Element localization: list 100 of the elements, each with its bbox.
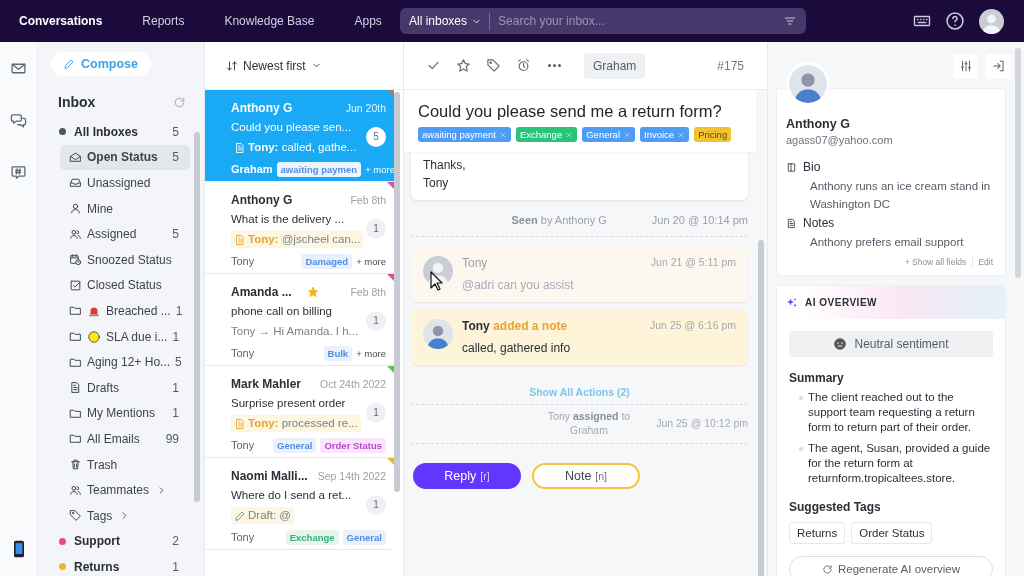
sidebar-item[interactable]: My Mentions 1 <box>60 400 190 427</box>
tag: General <box>273 437 317 453</box>
suggested-tags-heading: Suggested Tags <box>789 500 882 514</box>
note-icon <box>234 418 246 430</box>
timestamp: Jun 20 @ 10:14 pm <box>651 214 748 226</box>
conversation-title: Could you please send me a return form? <box>418 102 723 121</box>
nav-tab[interactable]: Conversations <box>19 14 103 28</box>
status-circle-icon <box>87 329 101 344</box>
sparkle-icon <box>786 296 798 309</box>
alarm-clock-icon[interactable] <box>516 58 531 73</box>
sidebar-item[interactable]: Mine <box>60 195 190 222</box>
assignee: Tony <box>231 439 255 451</box>
pencil-icon <box>234 510 246 522</box>
hashtag-bubble-icon[interactable] <box>10 163 27 181</box>
tag[interactable]: Pricing <box>694 127 732 142</box>
search-bar[interactable]: All inboxes Search your inbox... <box>400 8 806 34</box>
checked-box-icon <box>69 278 82 292</box>
document-icon <box>786 217 797 229</box>
sidebar-item[interactable]: SLA due i... 1 <box>60 323 190 350</box>
inbox-tray-icon <box>69 176 82 190</box>
summary-text: The agent, Susan, provided a guide for the return form at returnform.tropicaltees.store. <box>808 441 992 486</box>
chat-bubbles-icon[interactable] <box>10 111 27 129</box>
sender-name: Anthony G <box>231 100 293 115</box>
more-link[interactable]: + more <box>356 255 386 267</box>
sidebar-item[interactable]: Returns 1 <box>55 554 190 576</box>
note-icon <box>234 234 246 246</box>
note-author: Tony <box>462 319 490 333</box>
more-link[interactable]: + more <box>356 347 386 359</box>
sliders-icon <box>958 59 973 73</box>
sidebar-item[interactable]: Tags <box>60 502 190 529</box>
timestamp: Jun 25 @ 10:12 pm <box>656 417 748 429</box>
person-icon <box>69 202 82 216</box>
subject: Surprise present order <box>231 396 346 411</box>
inbox-title: Inbox <box>58 94 96 110</box>
suggested-tag[interactable]: Order Status <box>851 522 933 544</box>
timestamp: Jun 21 @ 5:11 pm <box>650 256 736 270</box>
subject: Where do I send a ret... <box>231 488 352 503</box>
summary-text: The client reached out to the support team requesting a return form to return part of their order. <box>808 390 976 435</box>
neutral-face-icon <box>833 337 848 351</box>
scope-dropdown[interactable]: All inboxes <box>409 12 491 30</box>
avatar-icon[interactable] <box>979 8 1004 34</box>
search-field[interactable]: Search your inbox... <box>496 13 777 29</box>
summary-heading: Summary <box>789 371 845 385</box>
pencil-icon <box>63 58 75 70</box>
sender-name: Mark Mahler <box>231 376 302 391</box>
sidebar-item[interactable]: Support 2 <box>55 528 190 555</box>
avatar-icon <box>423 319 453 349</box>
sidebar-item[interactable]: All Emails 99 <box>60 426 190 452</box>
nav-tab[interactable]: Knowledge Base <box>224 14 315 28</box>
section-title: AI OVERVIEW <box>805 297 877 308</box>
sign-in-button[interactable] <box>986 53 1011 79</box>
sort-icon <box>226 59 238 72</box>
tag-icon[interactable] <box>486 58 501 73</box>
sidebar-item[interactable]: Snoozed Status <box>60 246 190 273</box>
suggested-tag[interactable]: Returns <box>789 522 846 544</box>
folder-icon <box>69 330 82 344</box>
nav-tab[interactable]: Apps <box>354 14 382 28</box>
settings-button[interactable] <box>953 53 978 79</box>
sidebar-item[interactable]: Unassigned <box>60 170 190 196</box>
count-badge: 5 <box>366 126 386 147</box>
star-icon[interactable] <box>456 58 471 73</box>
sidebar-item[interactable]: Teammates <box>60 477 190 503</box>
filter-icon[interactable] <box>783 14 797 28</box>
sidebar-item[interactable]: All Inboxes 5 <box>55 119 190 145</box>
sidebar-item[interactable]: Open Status 5 <box>60 144 190 171</box>
note-button[interactable]: Note [n] <box>532 463 640 489</box>
sort-dropdown[interactable]: Newest first <box>226 58 322 73</box>
conversation-item[interactable]: Naomi Malli... Sep 14th 2022 Where do I send a ret... Draft: @ 1 Tony Exchange General <box>205 458 394 550</box>
people-icon <box>69 227 82 241</box>
reply-button[interactable]: Reply [r] <box>413 463 521 489</box>
tag: General <box>342 529 386 545</box>
folder-icon <box>69 304 82 318</box>
book-icon <box>786 161 797 173</box>
timestamp: Jun 25 @ 6:16 pm <box>650 319 736 333</box>
sidebar-item[interactable]: Drafts 1 <box>60 374 190 401</box>
nav-tab[interactable]: Reports <box>142 14 185 28</box>
note-icon <box>234 142 246 154</box>
scrollbar[interactable] <box>758 240 764 576</box>
conversation-item[interactable]: Anthony G Jun 20th Could you please sen... Tony: called, gathe... 5 Graham awaiting paymen + more <box>205 90 394 182</box>
field-value: Anthony prefers email support <box>809 235 965 250</box>
preview-text: Tony: @jscheel can... <box>248 231 364 248</box>
calendar-clock-icon <box>69 253 82 267</box>
tag: awaiting paymen <box>276 161 362 177</box>
sidebar-item[interactable]: Aging 12+ Ho... 5 <box>60 349 190 375</box>
help-icon[interactable] <box>945 11 965 31</box>
date: Jun 20th <box>345 101 386 114</box>
assignee-button[interactable]: Graham <box>584 52 646 79</box>
preview-text: Tony: processed re... <box>248 415 361 432</box>
bullet-icon <box>799 396 803 400</box>
field-label: Bio <box>803 160 821 174</box>
sidebar-item[interactable]: Breached ... 1 <box>60 298 190 324</box>
sidebar-item[interactable]: Closed Status <box>60 272 190 299</box>
tag: Bulk <box>323 345 353 361</box>
count-badge: 1 <box>366 310 386 331</box>
event-text: Tony assigned to Graham <box>546 409 632 437</box>
sidebar-item[interactable]: Trash <box>60 451 190 478</box>
trash-icon <box>69 458 82 471</box>
tag-icon <box>69 509 82 523</box>
bullet-icon <box>799 447 803 451</box>
sidebar-item[interactable]: Assigned 5 <box>60 221 190 247</box>
